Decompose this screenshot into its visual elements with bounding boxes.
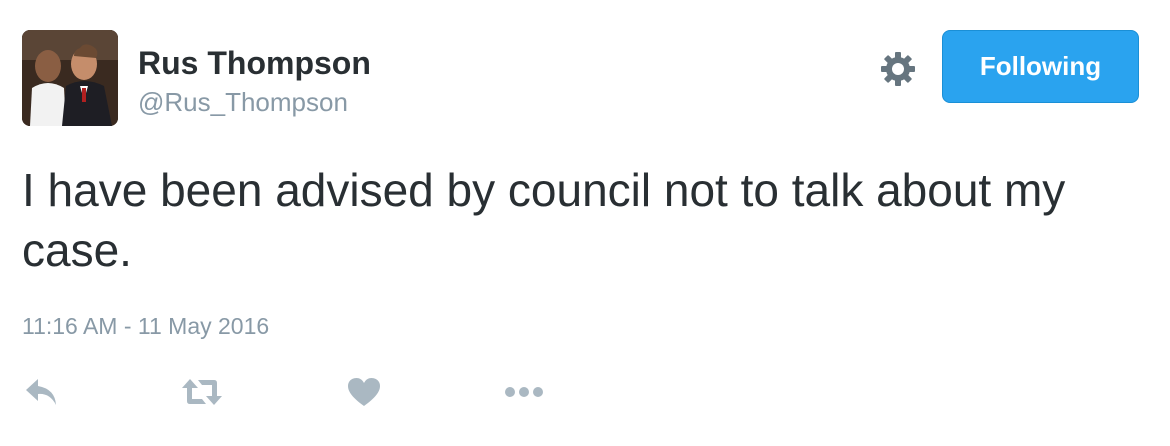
profile-photo-icon (22, 30, 118, 126)
more-dots-icon[interactable] (502, 372, 546, 412)
reply-icon[interactable] (20, 372, 64, 412)
following-button[interactable]: Following (942, 30, 1139, 103)
tweet-timestamp[interactable]: 11:16 AM - 11 May 2016 (22, 312, 269, 340)
tweet-text: I have been advised by council not to ta… (22, 164, 1066, 276)
user-name[interactable]: Rus Thompson (138, 44, 371, 82)
heart-icon[interactable] (342, 372, 386, 412)
avatar[interactable] (22, 30, 118, 126)
gear-icon[interactable] (879, 50, 917, 88)
tweet-card: Rus Thompson @Rus_Thompson Following I h… (0, 0, 1170, 446)
retweet-icon[interactable] (180, 372, 224, 412)
user-handle[interactable]: @Rus_Thompson (138, 86, 348, 118)
